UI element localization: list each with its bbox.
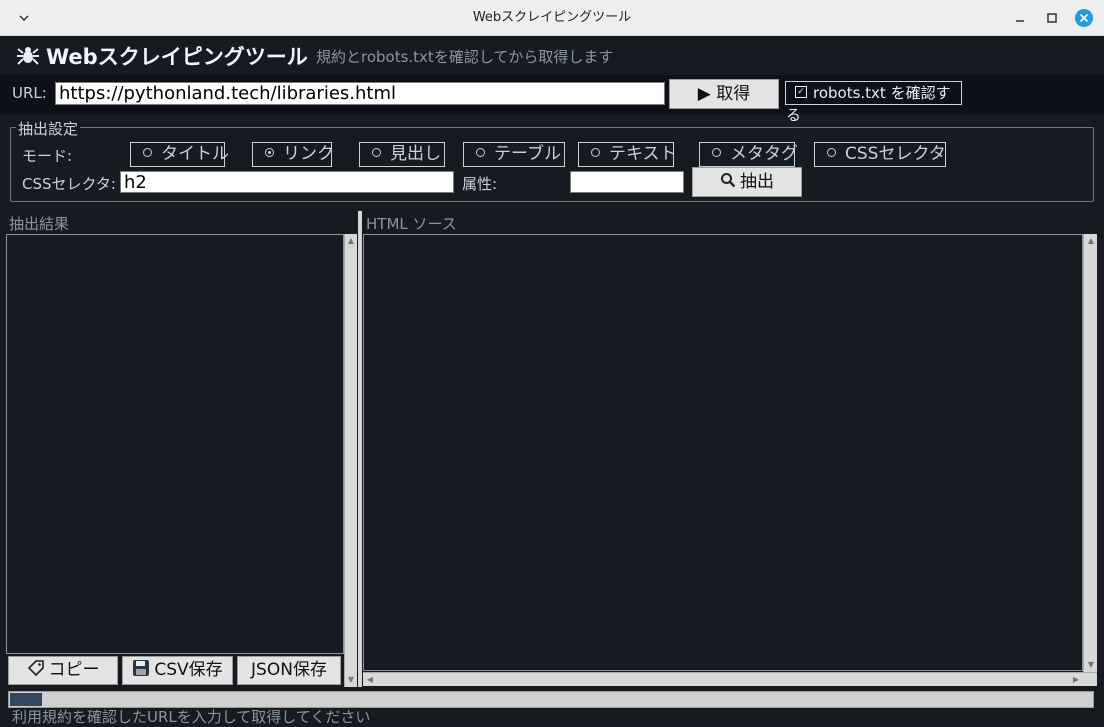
mode-radio-label: 見出し [390, 144, 441, 164]
robots-check-label: robots.txt を確認する [786, 84, 951, 124]
mode-radio-css-selector[interactable]: CSSセレクタ [814, 142, 946, 167]
results-scrollbar[interactable]: ▲ ▼ [344, 234, 357, 687]
save-icon [133, 660, 150, 676]
mode-radio-label: CSSセレクタ [845, 144, 946, 164]
status-text: 利用規約を確認したURLを入力して取得してください [12, 708, 371, 726]
mode-radio-text[interactable]: テキスト [578, 142, 677, 167]
html-source-textarea[interactable] [363, 234, 1083, 671]
window-titlebar: Webスクレイピングツール [0, 0, 1104, 36]
radio-selected-icon [265, 147, 274, 157]
attribute-input[interactable] [570, 171, 684, 193]
minimize-icon[interactable] [1010, 8, 1030, 28]
mode-radio-table[interactable]: テーブル [463, 142, 565, 167]
html-source-title: HTML ソース [366, 215, 457, 233]
url-label: URL: [12, 84, 47, 102]
extract-button[interactable]: 抽出 [692, 167, 802, 197]
pane-sash[interactable] [358, 211, 362, 687]
scroll-down-icon[interactable]: ▼ [346, 675, 356, 685]
css-selector-input[interactable]: h2 [120, 171, 454, 193]
scroll-up-icon[interactable]: ▲ [346, 236, 356, 246]
csv-save-button[interactable]: CSV保存 [122, 656, 233, 685]
tag-icon [27, 660, 44, 677]
mode-radio-link[interactable]: リンク [252, 142, 334, 167]
maximize-icon[interactable] [1042, 8, 1062, 28]
results-title: 抽出結果 [9, 215, 70, 233]
fetch-button[interactable]: ▶ 取得 [669, 79, 779, 109]
window-title: Webスクレイピングツール [472, 10, 632, 25]
csv-save-button-label: CSV保存 [154, 660, 223, 680]
source-vertical-scrollbar[interactable]: ▲ ▼ [1083, 234, 1097, 672]
app-header: Webスクレイピングツール 規約とrobots.txtを確認してから取得します [0, 37, 1104, 75]
radio-icon [591, 147, 600, 157]
mode-radio-label: テキスト [609, 144, 677, 164]
search-icon [721, 173, 736, 188]
scroll-down-icon[interactable]: ▼ [1086, 660, 1096, 670]
results-textarea[interactable] [6, 234, 344, 654]
mode-radio-label: メタタグ [730, 144, 798, 164]
scroll-right-icon[interactable]: ▶ [1071, 675, 1081, 685]
attribute-label: 属性: [462, 175, 498, 193]
json-save-button[interactable]: JSON保存 [237, 656, 341, 685]
copy-button-label: コピー [48, 660, 100, 680]
close-icon[interactable] [1074, 8, 1094, 28]
progress-fill [10, 693, 42, 706]
app-title: Webスクレイピングツール [46, 45, 308, 69]
url-input[interactable]: https://pythonland.tech/libraries.html [55, 82, 665, 105]
spider-icon [17, 47, 39, 65]
mode-label: モード: [22, 147, 73, 165]
mode-radio-title[interactable]: タイトル [130, 142, 229, 167]
extract-settings-legend: 抽出設定 [16, 118, 81, 139]
radio-icon [827, 147, 836, 157]
source-horizontal-scrollbar[interactable]: ◀ ▶ [363, 672, 1097, 686]
mode-radio-label: リンク [283, 144, 334, 164]
extract-button-label: 抽出 [740, 172, 774, 192]
app-subtitle: 規約とrobots.txtを確認してから取得します [316, 48, 614, 66]
url-row: URL: https://pythonland.tech/libraries.h… [0, 75, 1104, 124]
mode-radio-metatag[interactable]: メタタグ [699, 142, 798, 167]
robots-check[interactable]: ✓ robots.txt を確認する [785, 81, 962, 124]
scroll-left-icon[interactable]: ◀ [365, 675, 375, 685]
radio-icon [372, 147, 381, 157]
mode-radio-label: テーブル [494, 144, 561, 164]
mode-radio-heading[interactable]: 見出し [359, 142, 445, 167]
mode-radio-label: タイトル [161, 144, 229, 164]
progress-bar [8, 691, 1094, 708]
radio-icon [712, 147, 721, 157]
radio-icon [476, 147, 485, 157]
css-selector-label: CSSセレクタ: [22, 175, 116, 193]
checkbox-icon[interactable]: ✓ [795, 85, 807, 98]
radio-icon [143, 147, 152, 157]
copy-button[interactable]: コピー [8, 656, 118, 685]
scroll-up-icon[interactable]: ▲ [1086, 236, 1096, 246]
